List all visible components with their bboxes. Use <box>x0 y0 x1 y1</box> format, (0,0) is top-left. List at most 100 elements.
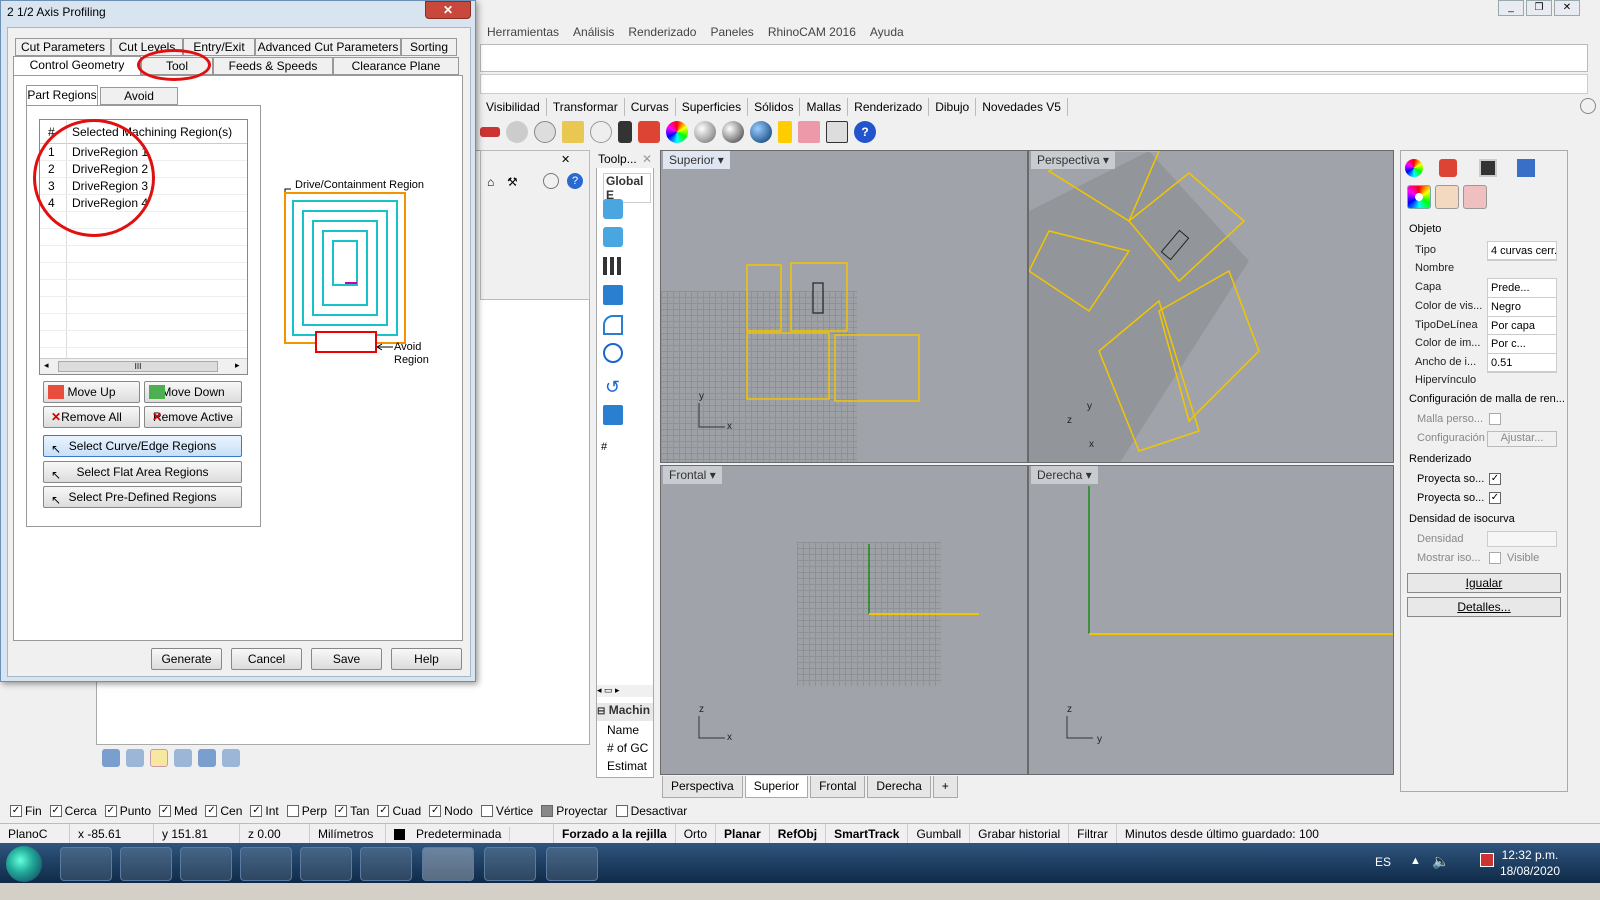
remove-all-button[interactable]: ✕ Remove All <box>43 406 140 428</box>
status-grid-snap[interactable]: Forzado a la rejilla <box>554 824 676 843</box>
subtab-avoid-regions[interactable]: Avoid Regions <box>100 87 178 119</box>
command-history[interactable] <box>480 44 1588 72</box>
tray-arrow-icon[interactable]: ▲ <box>1410 855 1421 867</box>
dimension-icon[interactable] <box>826 121 848 143</box>
tab-feeds-speeds[interactable]: Feeds & Speeds <box>213 57 333 75</box>
tab-sorting[interactable]: Sorting <box>401 38 457 56</box>
material-icon[interactable] <box>638 121 660 143</box>
sphere-dark-icon[interactable] <box>722 121 744 143</box>
display-color-select[interactable]: Negro <box>1487 297 1557 317</box>
vp-tab-superior[interactable]: Superior <box>744 776 809 798</box>
mesh-custom-checkbox[interactable] <box>1489 413 1501 425</box>
menu-analisis[interactable]: Análisis <box>566 22 621 42</box>
status-gumball[interactable]: Gumball <box>908 824 971 843</box>
viewport-front-label[interactable]: Frontal ▾ <box>663 466 722 484</box>
layers-icon[interactable] <box>603 285 623 305</box>
color-wheel-icon[interactable] <box>666 121 688 143</box>
vp-tab-perspectiva[interactable]: Perspectiva <box>662 776 743 798</box>
help-icon[interactable]: ? <box>854 121 876 143</box>
print-width-select[interactable]: 0.51 <box>1487 353 1557 373</box>
tab-transformar[interactable]: Transformar <box>547 98 625 116</box>
toolpath-tool-icon[interactable] <box>603 199 623 219</box>
help-tab-icon[interactable] <box>1517 159 1535 177</box>
osnap-desactivar[interactable]: Desactivar <box>615 804 687 818</box>
arc-icon[interactable] <box>603 315 623 335</box>
vp-tab-frontal[interactable]: Frontal <box>810 776 866 798</box>
hammer-icon[interactable]: ⚒ <box>507 175 521 189</box>
undo-icon[interactable]: ↺ <box>605 377 620 398</box>
osnap-nodo[interactable]: ✓ Nodo <box>429 804 473 818</box>
move-up-button[interactable]: Move Up <box>43 381 140 403</box>
material-tab-icon[interactable] <box>1439 159 1457 177</box>
drilling-icon[interactable] <box>198 749 216 767</box>
match-button[interactable]: Igualar <box>1407 573 1561 593</box>
grid-icon[interactable] <box>603 257 621 275</box>
status-ortho[interactable]: Orto <box>676 824 717 843</box>
tab-clearance-plane[interactable]: Clearance Plane <box>333 57 459 75</box>
tab-control-geometry[interactable]: Control Geometry <box>13 56 141 76</box>
word-icon[interactable] <box>546 847 598 881</box>
details-button[interactable]: Detalles... <box>1407 597 1561 617</box>
engraving-icon[interactable] <box>222 749 240 767</box>
minimize-button[interactable]: _ <box>1498 0 1524 16</box>
rhino-icon[interactable] <box>422 847 474 881</box>
bulb-icon[interactable] <box>590 121 612 143</box>
tab-novedades[interactable]: Novedades V5 <box>976 98 1068 116</box>
toolpath-op-icon[interactable] <box>603 227 623 247</box>
cast-shadows-checkbox[interactable]: ✓ <box>1489 473 1501 485</box>
layer-select[interactable]: Prede... <box>1487 278 1557 298</box>
color-props-icon[interactable] <box>1407 185 1431 209</box>
viewport-top-label[interactable]: Superior ▾ <box>663 151 730 169</box>
density-input[interactable] <box>1487 531 1557 547</box>
machining-icon[interactable] <box>126 749 144 767</box>
tab-solidos[interactable]: Sólidos <box>748 98 801 116</box>
help-icon[interactable]: ? <box>567 173 583 189</box>
network-icon[interactable] <box>1480 853 1494 867</box>
viewport-perspective[interactable]: z y x Perspectiva ▾ <box>1028 150 1394 463</box>
vp-tab-derecha[interactable]: Derecha <box>867 776 931 798</box>
osnap-tan[interactable]: ✓ Tan <box>335 804 369 818</box>
osnap-punto[interactable]: ✓ Punto <box>104 804 151 818</box>
tab-mallas[interactable]: Mallas <box>800 98 849 116</box>
list-hscroll[interactable]: ◂ III ▸ <box>40 358 247 374</box>
osnap-vertice[interactable]: Vértice <box>480 804 533 818</box>
lock-icon[interactable] <box>618 121 632 143</box>
vp-tab-add[interactable]: + <box>932 776 958 798</box>
gear-icon[interactable] <box>543 173 559 189</box>
osnap-fin[interactable]: ✓ Fin <box>10 804 42 818</box>
tab-curvas[interactable]: Curvas <box>625 98 676 116</box>
viewport-front[interactable]: z x Frontal ▾ <box>660 465 1028 775</box>
status-history[interactable]: Grabar historial <box>970 824 1070 843</box>
visible-checkbox[interactable] <box>1489 552 1501 564</box>
menu-rhinocam[interactable]: RhinoCAM 2016 <box>761 22 863 42</box>
hyperlink-input[interactable] <box>1487 371 1557 373</box>
name-input[interactable] <box>1487 259 1557 261</box>
tab-cut-parameters[interactable]: Cut Parameters <box>15 38 111 56</box>
start-button[interactable] <box>6 846 42 882</box>
status-layer[interactable]: Predeterminada <box>386 824 554 843</box>
scroll-right-icon[interactable]: ▸ <box>235 360 240 371</box>
close-dialog-button[interactable]: ✕ <box>425 1 471 19</box>
select-flat-area-button[interactable]: ↖ Select Flat Area Regions <box>43 461 242 483</box>
select-predefined-button[interactable]: ↖ Select Pre-Defined Regions <box>43 486 242 508</box>
menu-herramientas[interactable]: Herramientas <box>480 22 566 42</box>
close-panel-icon[interactable]: ✕ <box>642 150 652 168</box>
osnap-perp[interactable]: Perp <box>286 804 327 818</box>
tp-hscroll[interactable]: ◂ ▭ ▸ <box>597 685 653 697</box>
light-icon[interactable] <box>506 121 528 143</box>
status-osnap[interactable]: RefObj <box>770 824 827 843</box>
cancel-button[interactable]: Cancel <box>231 648 302 670</box>
explorer-icon[interactable] <box>240 847 292 881</box>
tab-visibilidad[interactable]: Visibilidad <box>480 98 547 116</box>
gear-icon[interactable] <box>798 121 820 143</box>
car-icon[interactable] <box>480 127 500 137</box>
camera-icon[interactable] <box>534 121 556 143</box>
scroll-left-icon[interactable]: ◂ <box>44 360 49 371</box>
clock[interactable]: 12:32 p.m. 18/08/2020 <box>1500 847 1560 879</box>
menu-paneles[interactable]: Paneles <box>703 22 760 42</box>
mesh-adjust-button[interactable]: Ajustar... <box>1487 431 1557 447</box>
subtab-part-regions[interactable]: Part Regions <box>26 85 98 105</box>
osnap-cen[interactable]: ✓ Cen <box>205 804 242 818</box>
linetype-select[interactable]: Por capa <box>1487 316 1557 336</box>
move-down-button[interactable]: Move Down <box>144 381 242 403</box>
